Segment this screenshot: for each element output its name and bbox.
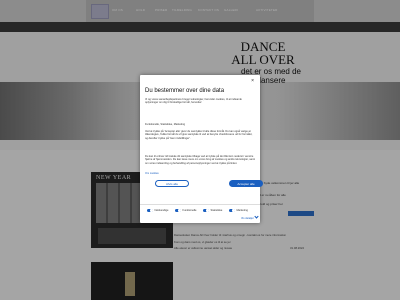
accept-all-button[interactable]: Accepter alle (229, 180, 263, 187)
category-marketing[interactable]: Marketing (229, 208, 248, 213)
marketing-toggle[interactable] (229, 209, 235, 212)
cookie-info-link[interactable]: Om cookies (145, 172, 159, 175)
functional-toggle[interactable] (175, 209, 181, 212)
category-label: Funktionelle (182, 209, 197, 212)
category-functional[interactable]: Funktionelle (175, 208, 197, 213)
close-icon[interactable]: × (251, 79, 254, 84)
category-necessary[interactable]: Nødvendige (147, 208, 169, 213)
consent-explanation-text: Ved at trykke på 'Accepter alle' giver d… (145, 130, 253, 140)
category-statistics[interactable]: Statistiske (203, 208, 222, 213)
consent-purposes: Funktionelle, Statistiske, Marketing (145, 123, 186, 126)
cookie-consent-dialog: × Du bestemmer over dine data Vi og vore… (140, 75, 263, 223)
consent-intro-text: Vi og vores samarbejdspartnere bruger te… (145, 98, 242, 105)
category-label: Marketing (236, 209, 248, 212)
consent-title: Du bestemmer over dine data (145, 88, 225, 94)
category-label: Nødvendige (154, 209, 169, 212)
consent-withdraw-text: Du kan til enhver tid trække dit samtykk… (145, 155, 255, 165)
category-label: Statistiske (210, 209, 223, 212)
statistics-toggle[interactable] (203, 209, 209, 212)
details-label: Vis detaljer (241, 217, 254, 220)
chevron-down-icon (254, 214, 259, 220)
show-details-link[interactable]: Vis detaljer (241, 214, 259, 220)
dialog-divider (140, 204, 260, 205)
necessary-toggle[interactable] (147, 209, 153, 212)
deny-all-button[interactable]: Afvis alle (155, 180, 189, 187)
